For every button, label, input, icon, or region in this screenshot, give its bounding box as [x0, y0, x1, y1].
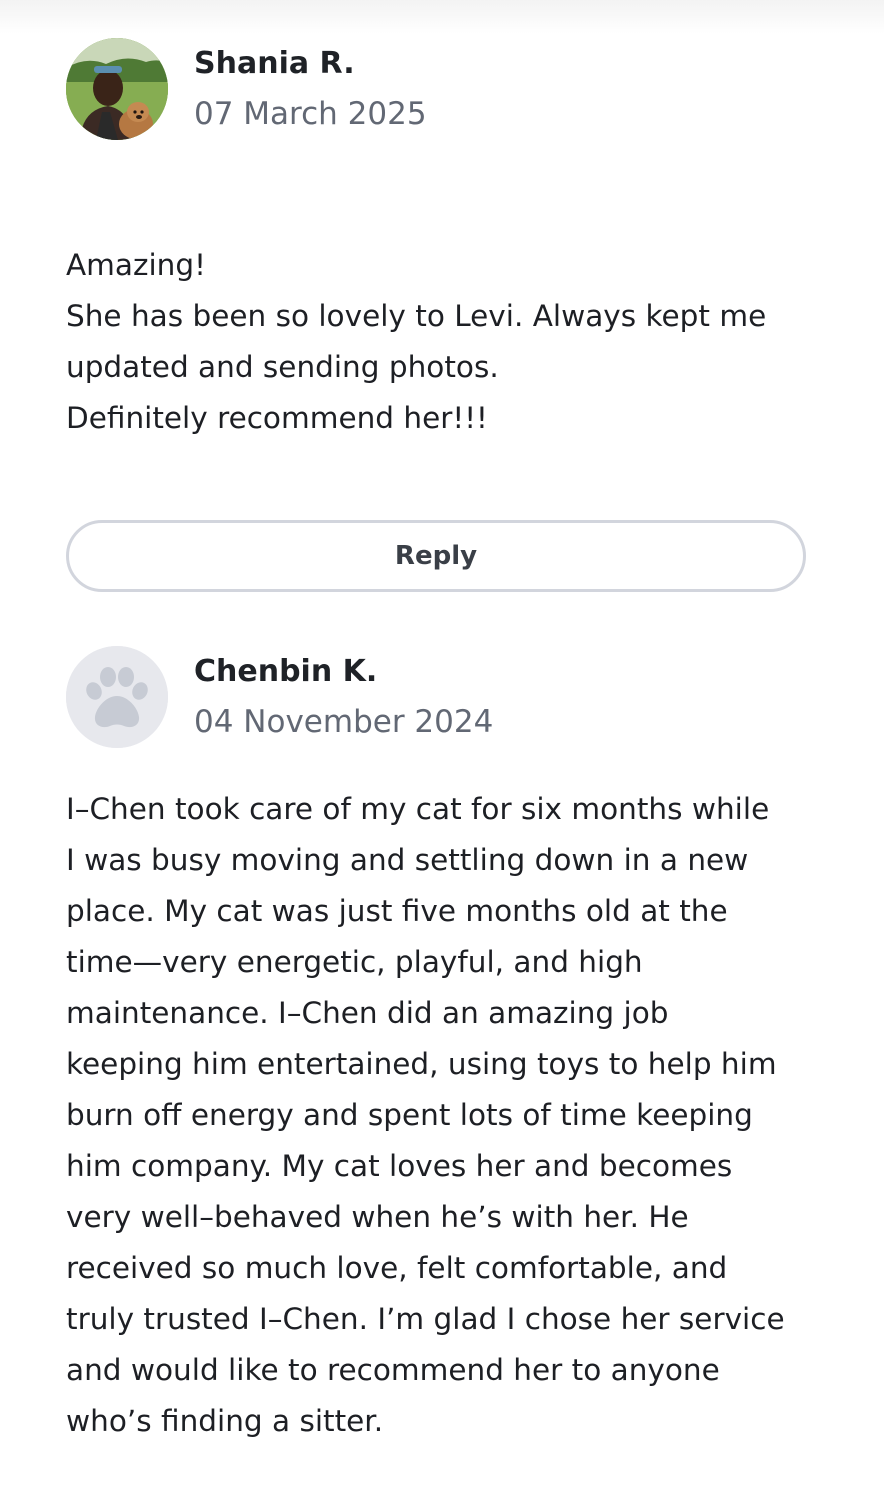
review-line: Definitely recommend her!!!: [66, 401, 488, 435]
review-text: I–Chen took care of my cat for six month…: [66, 784, 826, 1447]
review-line: She has been so lovely to Levi. Always k…: [66, 299, 767, 333]
review-line: burn off energy and spent lots of time k…: [66, 1098, 753, 1132]
review-line: him company. My cat loves her and become…: [66, 1149, 733, 1183]
review-line: Amazing!: [66, 248, 206, 282]
review-header: Shania R. 07 March 2025: [66, 38, 826, 142]
review-line: truly trusted I–Chen. I’m glad I chose h…: [66, 1302, 785, 1336]
review-date: 04 November 2024: [194, 704, 494, 740]
review-text: Amazing! She has been so lovely to Levi.…: [66, 240, 826, 444]
review-line: I–Chen took care of my cat for six month…: [66, 792, 770, 826]
review-card: Shania R. 07 March 2025 Amazing! She has…: [66, 38, 826, 435]
review-line: time—very energetic, playful, and high: [66, 945, 643, 979]
reply-button[interactable]: Reply: [66, 520, 806, 592]
review-line: updated and sending photos.: [66, 350, 499, 384]
review-line: very well–behaved when he’s with her. He: [66, 1200, 689, 1234]
review-line: and would like to recommend her to anyon…: [66, 1353, 720, 1387]
author-name[interactable]: Chenbin K.: [194, 654, 377, 689]
user-photo-icon: [66, 38, 168, 140]
top-fade: [0, 0, 884, 34]
review-date: 07 March 2025: [194, 96, 427, 132]
avatar[interactable]: [66, 646, 168, 748]
review-line: I was busy moving and settling down in a…: [66, 843, 749, 877]
review-line: keeping him entertained, using toys to h…: [66, 1047, 777, 1081]
review-line: who’s finding a sitter.: [66, 1404, 384, 1438]
review-card: Chenbin K. 04 November 2024 I–Chen took …: [66, 646, 826, 1438]
review-line: place. My cat was just five months old a…: [66, 894, 728, 928]
author-name[interactable]: Shania R.: [194, 46, 355, 81]
review-line: maintenance. I–Chen did an amazing job: [66, 996, 669, 1030]
review-header: Chenbin K. 04 November 2024: [66, 646, 826, 750]
avatar[interactable]: [66, 38, 168, 140]
paw-icon: [66, 646, 168, 748]
review-line: received so much love, felt comfortable,…: [66, 1251, 728, 1285]
